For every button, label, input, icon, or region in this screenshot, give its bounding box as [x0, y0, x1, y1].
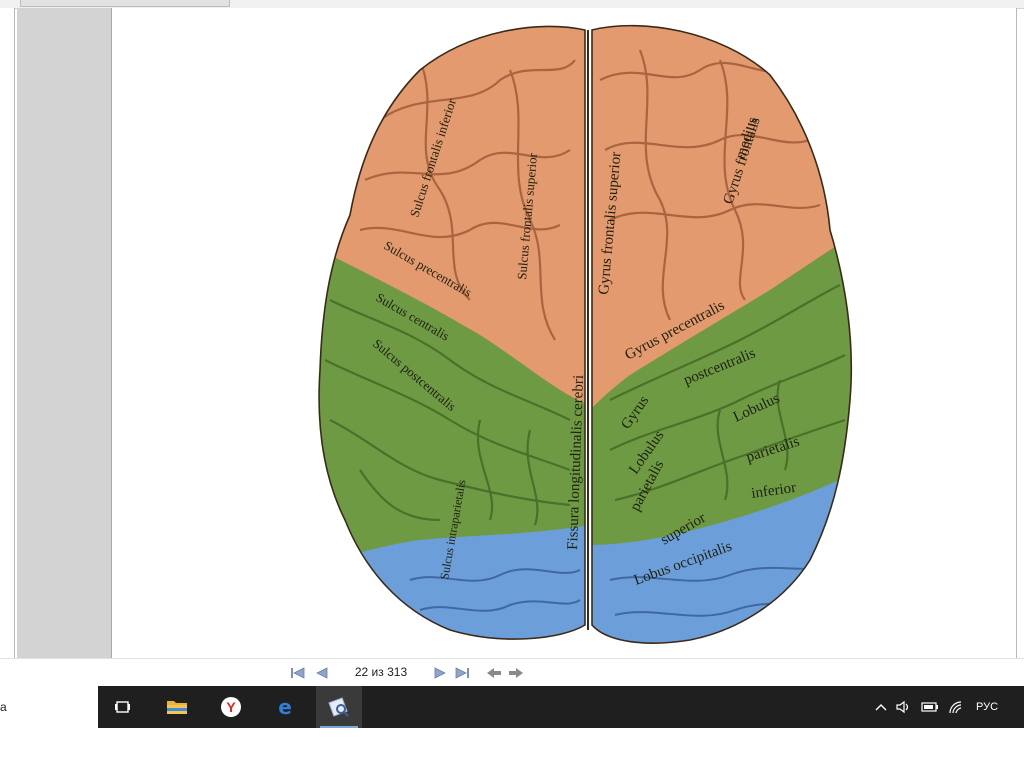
last-page-icon[interactable]: [454, 665, 470, 681]
wifi-icon[interactable]: [946, 686, 966, 728]
slide-canvas: Sulcus frontalis inferior Sulcus frontal…: [112, 8, 1017, 658]
task-view-icon[interactable]: [100, 686, 146, 728]
svg-text:e: e: [278, 696, 292, 718]
yandex-browser-icon[interactable]: Y: [208, 686, 254, 728]
forward-arrow-icon[interactable]: [508, 665, 524, 681]
brain-illustration: Sulcus frontalis inferior Sulcus frontal…: [318, 24, 853, 644]
left-edge-panel: [0, 8, 15, 658]
windows-taskbar: Y e РУС: [98, 686, 1024, 728]
clock-edge-text[interactable]: 2: [1018, 708, 1024, 720]
svg-text:Y: Y: [226, 699, 236, 715]
back-arrow-icon[interactable]: [486, 665, 502, 681]
language-indicator[interactable]: РУС: [972, 686, 1002, 728]
volume-icon[interactable]: [894, 686, 914, 728]
left-edge-text: a: [0, 700, 7, 714]
next-page-icon[interactable]: [432, 665, 448, 681]
page-indicator[interactable]: 22 из 313: [336, 662, 426, 682]
bottom-area: [0, 728, 1024, 767]
show-hidden-icons-icon[interactable]: [872, 686, 890, 728]
file-explorer-icon[interactable]: [154, 686, 200, 728]
previous-page-icon[interactable]: [314, 665, 330, 681]
slide-navigation-bar: [0, 658, 1024, 687]
battery-icon[interactable]: [920, 686, 940, 728]
first-page-icon[interactable]: [290, 665, 306, 681]
edge-browser-icon[interactable]: e: [262, 686, 308, 728]
system-tray: РУС: [864, 686, 1024, 728]
window-tab[interactable]: [20, 0, 230, 7]
thumbnail-panel[interactable]: [17, 8, 112, 658]
document-viewer-icon[interactable]: [316, 686, 362, 728]
